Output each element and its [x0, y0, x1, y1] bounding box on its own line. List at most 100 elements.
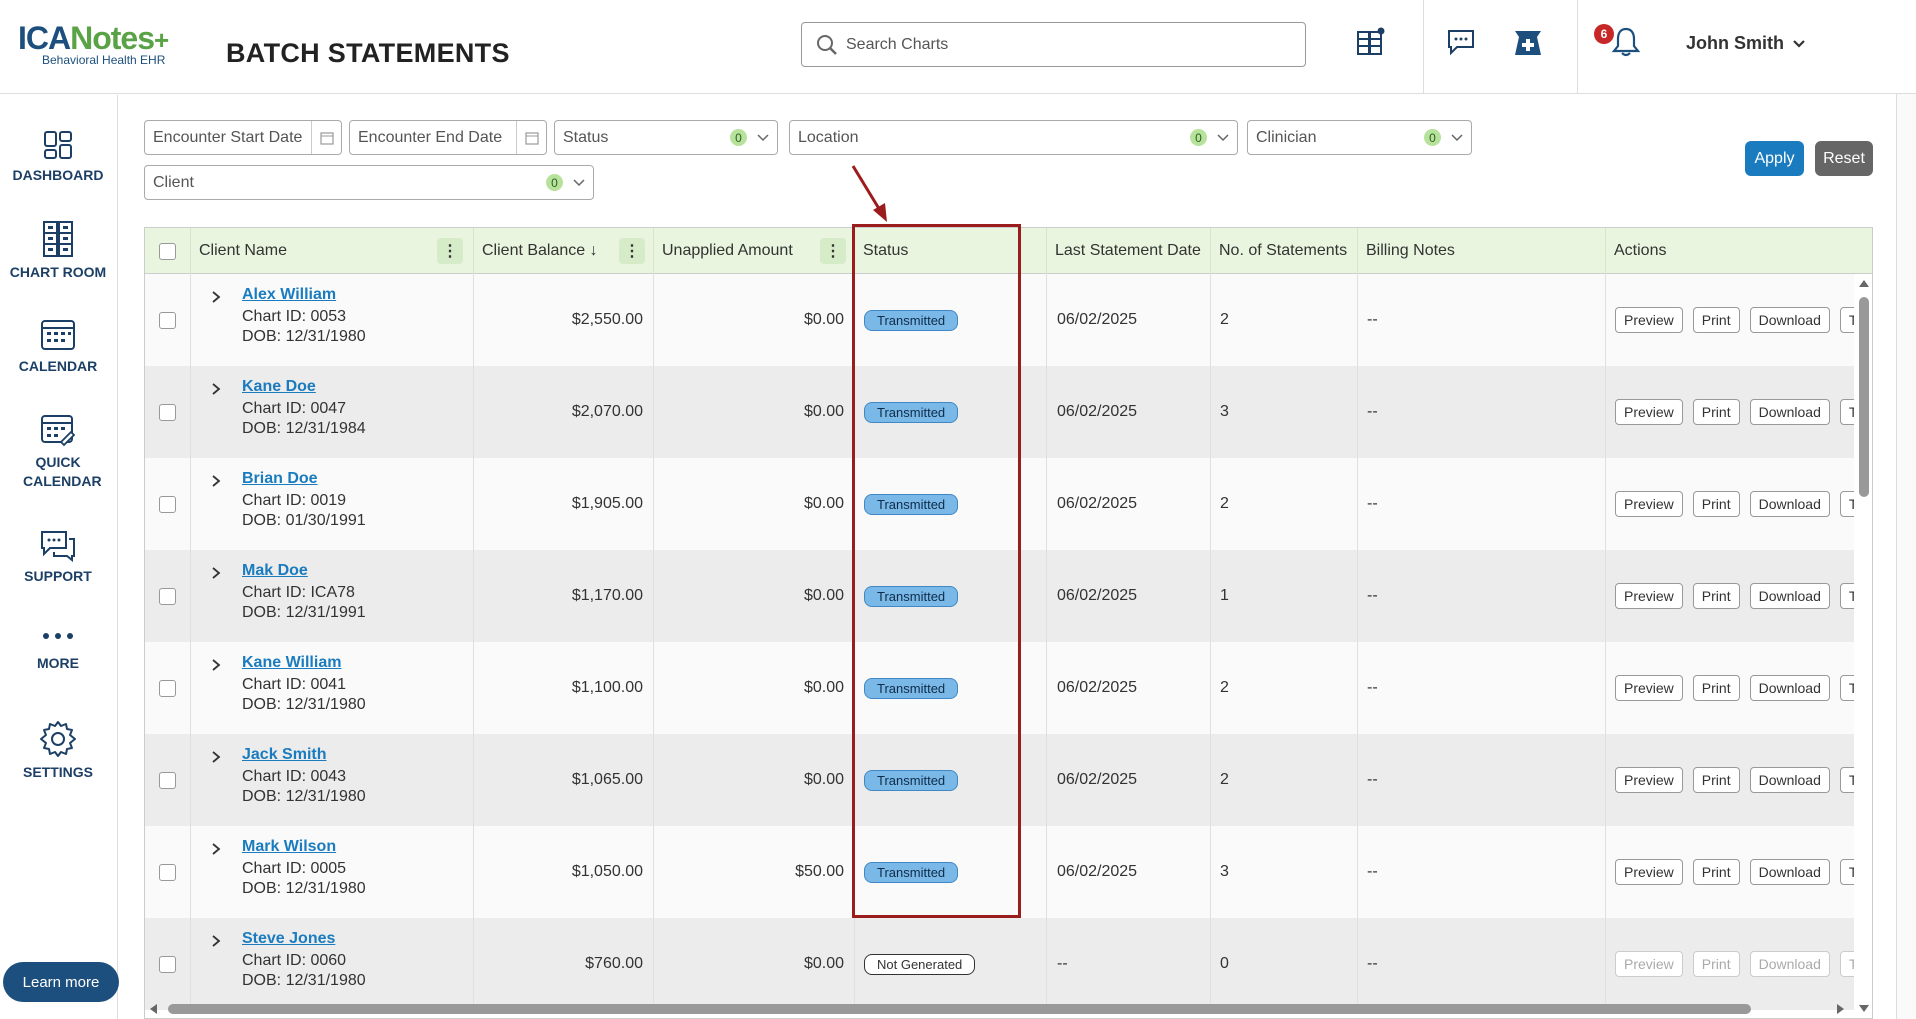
select-all-checkbox[interactable]: [159, 242, 176, 260]
search-input[interactable]: [846, 35, 1266, 54]
client-name-link[interactable]: Mark Wilson: [242, 838, 336, 855]
expand-chevron-icon[interactable]: [211, 934, 221, 948]
more-action-button[interactable]: T: [1839, 491, 1854, 517]
print-button[interactable]: Print: [1692, 675, 1740, 701]
location-filter[interactable]: Location 0: [789, 120, 1238, 155]
column-header-last-statement-date[interactable]: Last Statement Date: [1047, 228, 1211, 274]
horizontal-scrollbar[interactable]: [144, 999, 1853, 1017]
expand-chevron-icon[interactable]: [211, 382, 221, 396]
clinician-filter[interactable]: Clinician 0: [1247, 120, 1472, 155]
icanotes-logo[interactable]: ICANotes+ Behavioral Health EHR: [18, 20, 198, 72]
sidebar-item-chart-room[interactable]: CHART ROOM: [0, 220, 116, 280]
print-button[interactable]: Print: [1692, 767, 1740, 793]
preview-button[interactable]: Preview: [1615, 767, 1683, 793]
calendar-picker-icon[interactable]: [516, 121, 546, 154]
expand-chevron-icon[interactable]: [211, 842, 221, 856]
client-name-link[interactable]: Jack Smith: [242, 746, 326, 763]
vertical-scroll-thumb[interactable]: [1859, 297, 1869, 497]
expand-chevron-icon[interactable]: [211, 750, 221, 764]
row-checkbox[interactable]: [159, 403, 176, 421]
client-name-link[interactable]: Kane Doe: [242, 378, 316, 395]
column-header-no-of-statements[interactable]: No. of Statements: [1211, 228, 1358, 274]
download-button[interactable]: Download: [1749, 491, 1830, 517]
vertical-scrollbar[interactable]: [1854, 274, 1872, 1018]
horizontal-scroll-thumb[interactable]: [168, 1004, 1751, 1014]
apply-button[interactable]: Apply: [1745, 141, 1804, 176]
download-button[interactable]: Download: [1749, 583, 1830, 609]
client-name-link[interactable]: Alex William: [242, 286, 336, 303]
scroll-left-icon[interactable]: [148, 1003, 158, 1015]
user-menu[interactable]: John Smith: [1686, 33, 1806, 54]
more-action-button[interactable]: T: [1839, 675, 1854, 701]
preview-button[interactable]: Preview: [1615, 951, 1683, 977]
more-action-button[interactable]: T: [1839, 767, 1854, 793]
download-button[interactable]: Download: [1749, 399, 1830, 425]
expand-chevron-icon[interactable]: [211, 474, 221, 488]
preview-button[interactable]: Preview: [1615, 307, 1683, 333]
learn-more-button[interactable]: Learn more: [3, 962, 119, 1002]
more-action-button[interactable]: T: [1839, 583, 1854, 609]
column-header-unapplied-amount[interactable]: Unapplied Amount ⋮: [654, 228, 855, 274]
column-menu-icon[interactable]: ⋮: [820, 238, 846, 264]
expand-chevron-icon[interactable]: [211, 290, 221, 304]
download-button[interactable]: Download: [1749, 307, 1830, 333]
scroll-down-icon[interactable]: [1858, 1004, 1870, 1014]
download-button[interactable]: Download: [1749, 675, 1830, 701]
client-name-link[interactable]: Kane William: [242, 654, 341, 671]
search-box[interactable]: [801, 22, 1306, 67]
more-action-button[interactable]: T: [1839, 399, 1854, 425]
more-action-button[interactable]: T: [1839, 307, 1854, 333]
sidebar-item-settings[interactable]: SETTINGS: [0, 720, 116, 780]
preview-button[interactable]: Preview: [1615, 491, 1683, 517]
sidebar-item-more[interactable]: MORE: [0, 625, 116, 671]
column-menu-icon[interactable]: ⋮: [619, 238, 645, 264]
download-button[interactable]: Download: [1749, 767, 1830, 793]
page-scrollbar[interactable]: [1896, 94, 1916, 1019]
status-filter[interactable]: Status 0: [554, 120, 778, 155]
column-header-client-balance[interactable]: Client Balance ↓ ⋮: [474, 228, 654, 274]
row-checkbox[interactable]: [159, 955, 176, 973]
encounter-start-date-field[interactable]: Encounter Start Date: [144, 120, 342, 155]
download-button[interactable]: Download: [1749, 951, 1830, 977]
sidebar-item-calendar[interactable]: CALENDAR: [0, 316, 116, 374]
client-name-link[interactable]: Mak Doe: [242, 562, 308, 579]
expand-chevron-icon[interactable]: [211, 658, 221, 672]
preview-button[interactable]: Preview: [1615, 675, 1683, 701]
row-checkbox[interactable]: [159, 771, 176, 789]
row-checkbox[interactable]: [159, 679, 176, 697]
chart-cabinet-icon[interactable]: [1352, 24, 1388, 60]
client-name-link[interactable]: Steve Jones: [242, 930, 335, 947]
client-filter[interactable]: Client 0: [144, 165, 594, 200]
preview-button[interactable]: Preview: [1615, 583, 1683, 609]
print-button[interactable]: Print: [1692, 859, 1740, 885]
client-name-link[interactable]: Brian Doe: [242, 470, 318, 487]
encounter-end-date-field[interactable]: Encounter End Date: [349, 120, 547, 155]
row-checkbox[interactable]: [159, 495, 176, 513]
row-checkbox[interactable]: [159, 311, 176, 329]
sidebar-item-support[interactable]: SUPPORT: [0, 530, 116, 584]
more-action-button[interactable]: T: [1839, 859, 1854, 885]
row-checkbox[interactable]: [159, 863, 176, 881]
row-checkbox[interactable]: [159, 587, 176, 605]
column-menu-icon[interactable]: ⋮: [437, 238, 463, 264]
scroll-up-icon[interactable]: [1858, 278, 1870, 288]
print-button[interactable]: Print: [1692, 399, 1740, 425]
expand-chevron-icon[interactable]: [211, 566, 221, 580]
column-header-client-name[interactable]: Client Name ⋮: [191, 228, 474, 274]
prescription-icon[interactable]: [1510, 24, 1546, 60]
print-button[interactable]: Print: [1692, 951, 1740, 977]
download-button[interactable]: Download: [1749, 859, 1830, 885]
messages-icon[interactable]: [1443, 24, 1479, 60]
bell-icon[interactable]: [1608, 24, 1644, 60]
scroll-right-icon[interactable]: [1836, 1003, 1846, 1015]
more-action-button[interactable]: T: [1839, 951, 1854, 977]
print-button[interactable]: Print: [1692, 307, 1740, 333]
sidebar-item-dashboard[interactable]: DASHBOARD: [0, 129, 116, 183]
reset-button[interactable]: Reset: [1815, 141, 1873, 176]
calendar-picker-icon[interactable]: [311, 121, 341, 154]
print-button[interactable]: Print: [1692, 491, 1740, 517]
column-header-billing-notes[interactable]: Billing Notes: [1358, 228, 1606, 274]
preview-button[interactable]: Preview: [1615, 399, 1683, 425]
preview-button[interactable]: Preview: [1615, 859, 1683, 885]
sidebar-item-quick-calendar[interactable]: QUICK CALENDAR: [0, 411, 116, 491]
